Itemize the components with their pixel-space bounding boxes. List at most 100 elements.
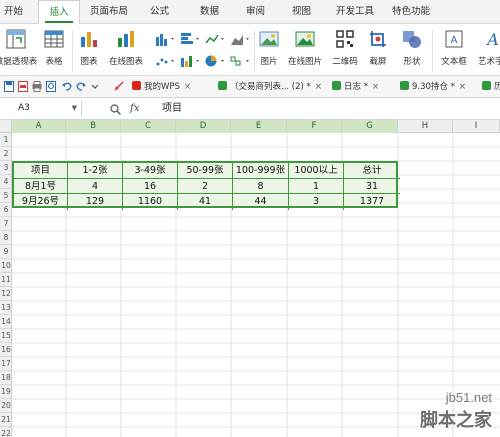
area-chart-icon[interactable] [230,32,252,46]
picture-button[interactable]: 图片 [256,26,282,74]
menu-insert[interactable]: 插入 [38,0,80,25]
table-header-cell[interactable]: 总计 [344,163,400,179]
table-cell[interactable]: 31 [344,179,400,194]
column-header-e[interactable]: E [231,120,287,133]
table-header-cell[interactable]: 50-99张 [178,163,233,179]
menu-features[interactable]: 特色功能 [392,0,438,24]
tab-document[interactable]: （交易商列表... (2) * × [218,79,330,96]
row-header[interactable]: 12 [0,287,12,301]
pdf-icon[interactable] [18,81,28,92]
table-cell[interactable]: 2 [178,178,233,194]
table-header-cell[interactable]: 项目 [14,163,68,179]
row-header[interactable]: 6 [0,203,12,217]
row-header[interactable]: 14 [0,315,12,329]
online-chart-button[interactable]: 在线图表 [104,26,148,74]
row-header[interactable]: 7 [0,217,12,231]
chevron-down-icon[interactable] [90,81,100,92]
table-cell[interactable]: 8月1号 [14,178,68,194]
table-cell[interactable]: 9月26号 [14,194,68,210]
table-cell[interactable]: 41 [178,194,233,210]
table-button[interactable]: 表格 [40,26,68,74]
bar-chart-icon[interactable] [180,32,202,46]
menu-page-layout[interactable]: 页面布局 [90,0,138,24]
row-header[interactable]: 20 [0,399,12,413]
screenshot-button[interactable]: 截屏 [362,26,394,74]
row-header[interactable]: 4 [0,175,12,189]
menu-developer[interactable]: 开发工具 [336,0,380,24]
zoom-icon[interactable] [110,104,121,115]
close-icon[interactable]: × [184,82,191,92]
textbox-button[interactable]: A 文本框 [434,26,474,74]
scatter-chart-icon[interactable] [155,54,177,68]
table-cell[interactable]: 3 [289,194,344,210]
column-header-d[interactable]: D [176,120,231,133]
close-icon[interactable]: × [459,82,466,92]
name-box[interactable]: A3 ▼ [0,100,82,117]
menu-data[interactable]: 数据 [200,0,226,24]
menu-view[interactable]: 视图 [292,0,318,24]
row-header[interactable]: 13 [0,301,12,315]
column-header-g[interactable]: G [342,120,398,133]
column-header-c[interactable]: C [121,120,176,133]
close-icon[interactable]: × [315,82,322,92]
menu-review[interactable]: 审阅 [246,0,272,24]
row-header[interactable]: 22 [0,427,12,437]
chevron-down-icon[interactable]: ▼ [72,100,77,117]
bar-small-icon[interactable] [180,54,202,68]
close-icon[interactable]: × [372,82,379,92]
menu-start[interactable]: 开始 [4,0,30,24]
row-header[interactable]: 16 [0,343,12,357]
table-header-cell[interactable]: 3-49张 [123,163,178,179]
column-header-i[interactable]: I [453,120,500,133]
pie-chart-icon[interactable] [205,54,227,68]
save-icon[interactable] [4,81,14,92]
print-preview-icon[interactable] [46,81,56,92]
row-header[interactable]: 2 [0,147,12,161]
table-cell[interactable]: 129 [68,194,123,210]
row-header[interactable]: 21 [0,413,12,427]
column-header-h[interactable]: H [398,120,453,133]
column-chart-icon[interactable] [155,32,177,46]
table-header-cell[interactable]: 1000以上 [289,163,344,179]
redo-icon[interactable] [76,81,86,92]
table-header-cell[interactable]: 1-2张 [68,163,123,179]
table-cell[interactable]: 44 [233,194,289,210]
row-header[interactable]: 5 [0,189,12,203]
table-header-cell[interactable]: 100-999张 [233,163,289,179]
row-header[interactable]: 18 [0,371,12,385]
other-chart-icon[interactable] [230,54,252,68]
row-header[interactable]: 9 [0,245,12,259]
line-chart-icon[interactable] [205,32,227,46]
fx-icon[interactable]: fx [130,100,139,117]
row-header[interactable]: 1 [0,133,12,147]
print-icon[interactable] [32,81,42,92]
pivot-table-button[interactable]: 数据透视表 [0,26,38,74]
table-cell[interactable]: 16 [123,178,178,194]
shapes-button[interactable]: 形状 [396,26,428,74]
row-header[interactable]: 3 [0,161,12,175]
undo-icon[interactable] [62,81,72,92]
row-header[interactable]: 17 [0,357,12,371]
table-cell[interactable]: 1 [289,178,344,194]
column-header-b[interactable]: B [66,120,121,133]
wordart-button[interactable]: A 艺术字 [476,26,500,74]
table-cell[interactable]: 4 [68,178,123,194]
row-header[interactable]: 15 [0,329,12,343]
table-cell[interactable]: 8 [233,178,289,194]
column-header-a[interactable]: A [12,120,66,133]
table-cell[interactable]: 1160 [123,194,178,210]
online-picture-button[interactable]: 在线图片 [283,26,327,74]
qr-code-button[interactable]: 二维码 [330,26,360,74]
formula-input[interactable]: 项目 [162,100,182,117]
column-header-f[interactable]: F [287,120,342,133]
tab-document[interactable]: 日志 * × [332,79,392,96]
chart-button[interactable]: 图表 [76,26,102,74]
row-header[interactable]: 10 [0,259,12,273]
row-header[interactable]: 11 [0,273,12,287]
menu-formulas[interactable]: 公式 [150,0,176,24]
row-header[interactable]: 8 [0,231,12,245]
select-all-corner[interactable] [0,120,12,133]
row-header[interactable]: 19 [0,385,12,399]
tab-my-wps[interactable]: 我的WPS × [132,79,216,96]
tab-document[interactable]: 9.30持仓 * × [400,79,482,96]
